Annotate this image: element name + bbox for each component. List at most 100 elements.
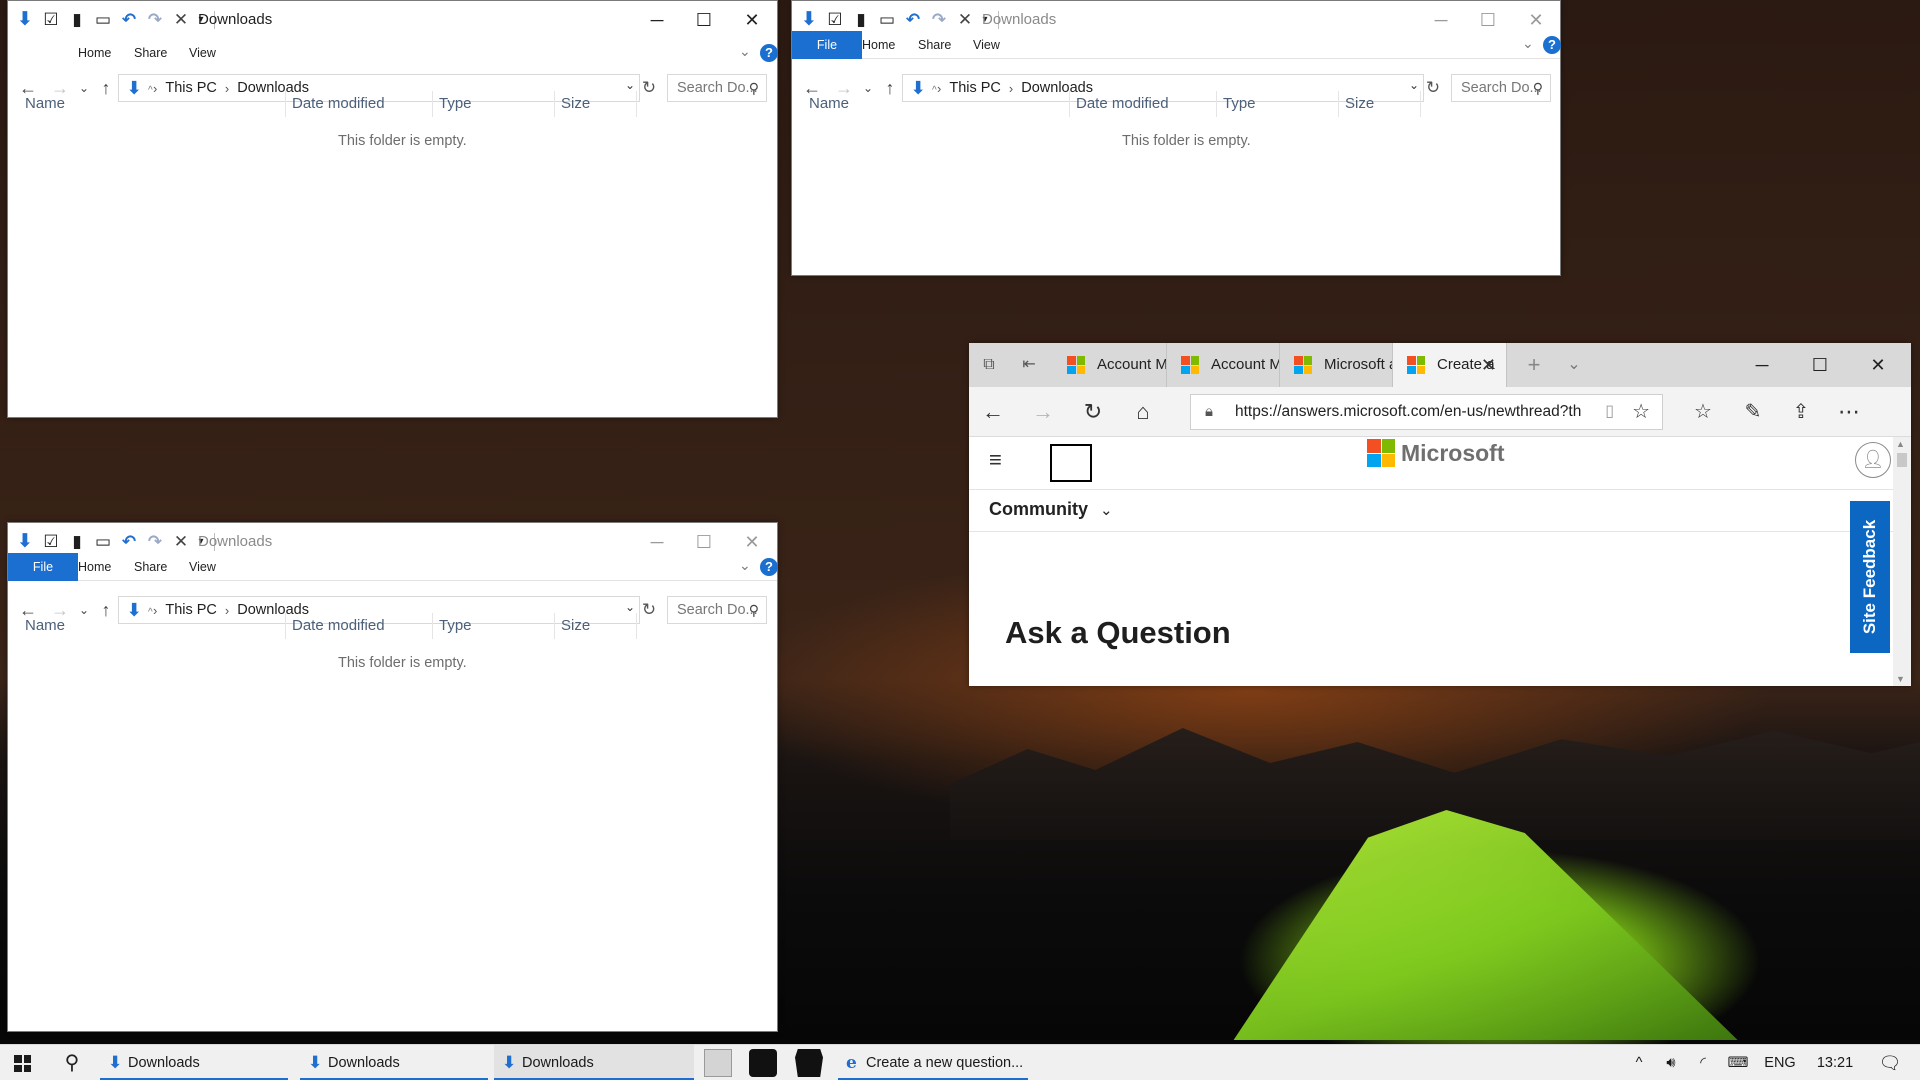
browser-tab[interactable]: Account Mi (1167, 343, 1280, 387)
taskbar-item-downloads[interactable]: ⬇ Downloads (100, 1045, 288, 1080)
tab-home[interactable]: Home (64, 553, 125, 581)
tab-view[interactable]: View (959, 31, 1014, 59)
taskbar-item-downloads-active[interactable]: ⬇ Downloads (494, 1045, 694, 1080)
start-button[interactable] (0, 1045, 44, 1080)
url-bar[interactable]: 🔒︎ https://answers.microsoft.com/en-us/n… (1190, 394, 1663, 430)
help-icon[interactable]: ? (1543, 36, 1561, 54)
rename-icon[interactable]: ▭ (90, 10, 116, 30)
tab-share[interactable]: Share (120, 553, 181, 581)
column-type[interactable]: Type (432, 611, 472, 641)
rename-icon[interactable]: ▭ (90, 532, 116, 552)
explorer-window-bottom-left[interactable]: ⬇ ☑ ▮ ▭ ↶ ↷ ✕ ▾ Downloads ─ ☐ ✕ File Hom… (7, 522, 778, 1032)
help-icon[interactable]: ? (760, 44, 778, 62)
back-button[interactable]: ← (969, 387, 1017, 437)
undo-icon[interactable]: ↶ (900, 10, 926, 30)
tab-share[interactable]: Share (120, 39, 181, 67)
redo-icon[interactable]: ↷ (142, 532, 168, 552)
column-name[interactable]: Name (18, 89, 65, 119)
properties-icon[interactable]: ☑ (822, 10, 848, 30)
column-divider[interactable] (636, 613, 637, 639)
column-size[interactable]: Size (554, 611, 590, 641)
explorer-window-top-left[interactable]: ⬇ ☑ ▮ ▭ ↶ ↷ ✕ ▾ Downloads ─ ☐ ✕ Home Sha… (7, 0, 778, 418)
new-tab-icon[interactable]: + (1514, 343, 1554, 387)
search-icon[interactable]: ⚲ (50, 1045, 94, 1080)
black-app-icon[interactable] (795, 1049, 823, 1077)
microsoft-logo[interactable]: Microsoft (1361, 439, 1505, 467)
refresh-icon[interactable]: ↻ (1069, 387, 1117, 437)
help-icon[interactable]: ? (760, 558, 778, 576)
close-button[interactable]: ✕ (1849, 343, 1907, 387)
forward-button[interactable]: → (1019, 387, 1067, 437)
network-icon[interactable]: ◜ (1690, 1045, 1716, 1080)
tab-view[interactable]: View (175, 553, 230, 581)
maximize-button[interactable]: ☐ (1791, 343, 1849, 387)
browser-tab[interactable]: Microsoft a (1280, 343, 1393, 387)
page-scrollbar[interactable]: ▲ ▼ (1893, 437, 1911, 686)
redo-icon[interactable]: ↷ (142, 10, 168, 30)
explorer-window-top-right[interactable]: ⬇ ☑ ▮ ▭ ↶ ↷ ✕ ▾ Downloads ─ ☐ ✕ File Hom… (791, 0, 1561, 276)
column-name[interactable]: Name (802, 89, 849, 119)
clock[interactable]: 13:21 (1810, 1045, 1860, 1080)
new-folder-icon[interactable]: ▮ (848, 10, 874, 30)
tabs-aside-icon[interactable]: ⧉ (969, 343, 1009, 387)
delete-icon[interactable]: ✕ (168, 532, 194, 552)
title-bar[interactable]: ⬇ ☑ ▮ ▭ ↶ ↷ ✕ ▾ Downloads ─ ☐ ✕ (8, 1, 777, 39)
favorites-icon[interactable]: ☆ (1679, 387, 1727, 437)
delete-icon[interactable]: ✕ (952, 10, 978, 30)
web-note-pen-icon[interactable]: ✎ (1729, 387, 1777, 437)
tab-home[interactable]: Home (848, 31, 909, 59)
column-date-modified[interactable]: Date modified (285, 89, 385, 119)
favorite-star-icon[interactable]: ☆ (1632, 395, 1650, 429)
column-type[interactable]: Type (1216, 89, 1256, 119)
tab-list-chevron-icon[interactable]: ⌄ (1554, 343, 1594, 387)
column-type[interactable]: Type (432, 89, 472, 119)
taskbar-item-edge[interactable]: e Create a new question... (838, 1045, 1028, 1080)
reading-view-icon[interactable]: ▯ (1599, 395, 1614, 429)
home-icon[interactable]: ⌂ (1119, 387, 1167, 437)
scroll-up-icon[interactable]: ▲ (1896, 439, 1905, 449)
column-date-modified[interactable]: Date modified (1069, 89, 1169, 119)
scrollbar-thumb[interactable] (1897, 453, 1907, 467)
undo-icon[interactable]: ↶ (116, 532, 142, 552)
black-app-icon[interactable] (749, 1049, 777, 1077)
tab-share[interactable]: Share (904, 31, 965, 59)
close-button[interactable]: ✕ (723, 1, 781, 39)
show-hidden-icons-chevron-icon[interactable]: ^ (1628, 1045, 1650, 1080)
expand-ribbon-icon[interactable]: ⌄ (739, 43, 751, 60)
close-tab-icon[interactable]: ✕ (1481, 343, 1496, 387)
edge-browser-window[interactable]: ⧉ ⇤ Account Mi Account Mi Microsoft a Cr… (969, 343, 1911, 686)
scroll-down-icon[interactable]: ▼ (1896, 674, 1905, 684)
redo-icon[interactable]: ↷ (926, 10, 952, 30)
undo-icon[interactable]: ↶ (116, 10, 142, 30)
touch-keyboard-icon[interactable]: ⌨ (1722, 1045, 1754, 1080)
column-divider[interactable] (636, 91, 637, 117)
minimize-button[interactable]: ─ (1733, 343, 1791, 387)
column-divider[interactable] (1420, 91, 1421, 117)
column-name[interactable]: Name (18, 611, 65, 641)
column-size[interactable]: Size (1338, 89, 1374, 119)
volume-icon[interactable]: 🔊︎ (1658, 1045, 1684, 1080)
tab-view[interactable]: View (175, 39, 230, 67)
file-app-icon[interactable] (704, 1049, 732, 1077)
expand-ribbon-icon[interactable]: ⌄ (739, 557, 751, 574)
tab-preview-icon[interactable]: ⇤ (1009, 343, 1049, 387)
menu-hamburger-icon[interactable]: ≡ (989, 447, 1002, 473)
new-folder-icon[interactable]: ▮ (64, 532, 90, 552)
properties-icon[interactable]: ☑ (38, 10, 64, 30)
delete-icon[interactable]: ✕ (168, 10, 194, 30)
expand-ribbon-icon[interactable]: ⌄ (1522, 35, 1534, 52)
browser-tab-active[interactable]: Create a ✕ (1393, 343, 1507, 387)
column-size[interactable]: Size (554, 89, 590, 119)
properties-icon[interactable]: ☑ (38, 532, 64, 552)
more-options-icon[interactable]: ⋯ (1825, 387, 1873, 437)
action-center-icon[interactable]: 🗨︎ (1868, 1045, 1912, 1080)
share-icon[interactable]: ⇪ (1777, 387, 1825, 437)
site-feedback-button[interactable]: Site Feedback (1850, 501, 1890, 653)
tab-home[interactable]: Home (64, 39, 125, 67)
browser-tab[interactable]: Account Mi (1053, 343, 1167, 387)
input-language-indicator[interactable]: ENG (1760, 1045, 1800, 1080)
rename-icon[interactable]: ▭ (874, 10, 900, 30)
new-folder-icon[interactable]: ▮ (64, 10, 90, 30)
column-date-modified[interactable]: Date modified (285, 611, 385, 641)
community-menu[interactable]: Community ⌄ (989, 499, 1113, 520)
